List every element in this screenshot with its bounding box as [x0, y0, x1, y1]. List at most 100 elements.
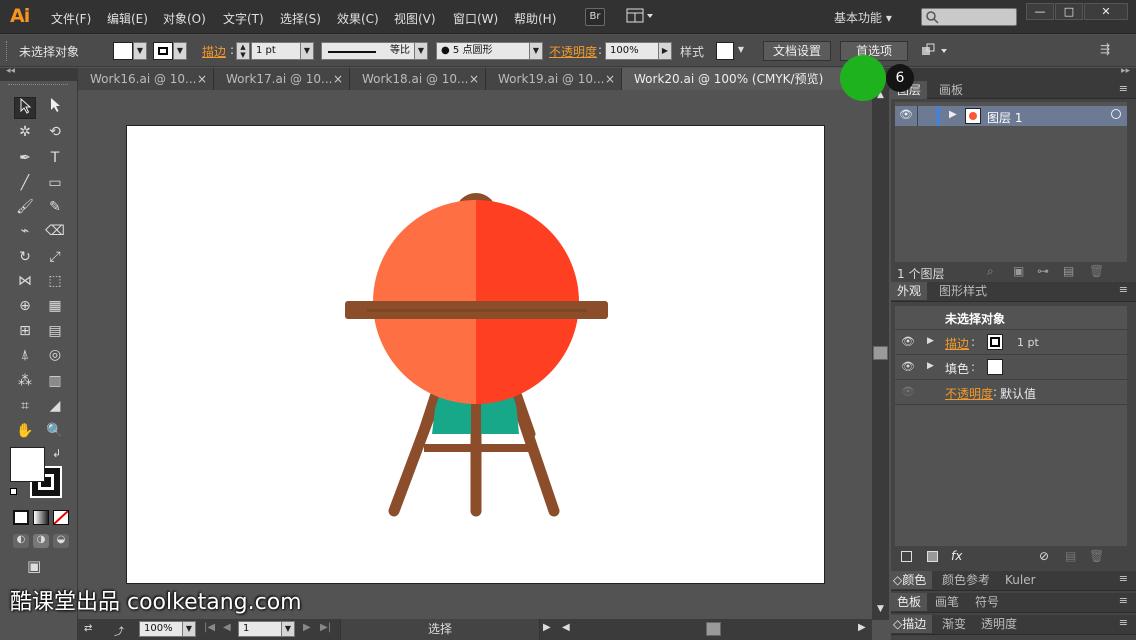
brush-dropdown[interactable]: ▼ [529, 42, 543, 60]
bridge-button[interactable]: Br [585, 8, 605, 26]
direct-selection-tool-icon[interactable] [44, 97, 66, 119]
new-sublayer-icon[interactable]: ⊶ [1037, 264, 1049, 278]
type-tool-icon[interactable]: T [44, 147, 66, 169]
zoom-dropdown[interactable]: ▼ [182, 621, 196, 637]
profile-dropdown[interactable]: ▼ [414, 42, 428, 60]
add-stroke-icon[interactable] [901, 551, 912, 562]
lasso-tool-icon[interactable]: ⟲ [44, 121, 66, 143]
scale-tool-icon[interactable]: ⤢ [44, 246, 66, 268]
workspace-switcher[interactable]: 基本功能 ▾ [834, 9, 892, 26]
panel-menu-icon[interactable]: ≡ [1119, 594, 1128, 607]
zoom-field[interactable]: 100% [139, 621, 183, 637]
magic-wand-tool-icon[interactable]: ✲ [14, 121, 36, 143]
perspective-grid-tool-icon[interactable]: ▦ [44, 295, 66, 317]
arrange-documents-icon[interactable] [625, 8, 655, 26]
fx-icon[interactable]: fx [951, 549, 962, 563]
vertical-scrollbar[interactable]: ▲ ▼ [872, 90, 889, 620]
tab-work18[interactable]: Work18.ai @ 10... × [350, 68, 486, 90]
eraser-tool-icon[interactable]: ⌫ [44, 220, 66, 242]
expand-triangle-icon[interactable]: ▶ [927, 336, 934, 346]
locate-object-icon[interactable]: ⌕ [987, 264, 994, 279]
grip-icon[interactable] [6, 41, 10, 61]
panel-menu-icon[interactable]: ≡ [1119, 283, 1128, 296]
default-colors-icon[interactable] [10, 488, 21, 499]
clear-appearance-icon[interactable]: ⊘ [1039, 549, 1049, 563]
fill-swatch[interactable] [113, 42, 133, 60]
clipping-mask-icon[interactable]: ▣ [1013, 264, 1024, 278]
layer-row[interactable]: 👁 ▶ 图层 1 [895, 106, 1127, 126]
opacity-field[interactable]: 100% [605, 42, 659, 60]
close-button[interactable]: ✕ [1084, 3, 1128, 20]
eye-icon[interactable]: 👁 [899, 108, 913, 121]
variable-width-profile[interactable]: 等比 [321, 42, 415, 60]
eyedropper-tool-icon[interactable]: ⍋ [14, 344, 36, 366]
tab-close-icon[interactable]: × [605, 68, 615, 90]
menu-effect[interactable]: 效果(C) [337, 10, 379, 27]
mesh-tool-icon[interactable]: ⊞ [14, 320, 36, 342]
scroll-left-icon[interactable]: ◀ [562, 622, 570, 633]
appearance-opacity-row[interactable]: 👁 不透明度 : 默认值 [895, 381, 1127, 405]
zoom-tool-icon[interactable]: 🔍 [44, 420, 66, 442]
menu-file[interactable]: 文件(F) [51, 10, 91, 27]
paintbrush-tool-icon[interactable]: 🖌 [14, 196, 36, 218]
stroke-label[interactable]: 描边 [202, 43, 226, 60]
column-graph-tool-icon[interactable]: ▥ [44, 370, 66, 392]
shape-builder-tool-icon[interactable]: ⊕ [14, 295, 36, 317]
tab-color[interactable]: ◇颜色 [891, 571, 933, 589]
arrange-icon[interactable] [919, 42, 953, 60]
menu-type[interactable]: 文字(T) [223, 10, 264, 27]
tab-color-guide[interactable]: 颜色参考 [936, 571, 996, 589]
tab-transparency[interactable]: 透明度 [975, 615, 1023, 633]
menu-help[interactable]: 帮助(H) [514, 10, 556, 27]
status-menu-arrow-icon[interactable]: ▶ [543, 622, 551, 633]
tab-work19[interactable]: Work19.ai @ 10... × [486, 68, 622, 90]
tab-close-icon[interactable]: × [469, 68, 479, 90]
menu-object[interactable]: 对象(O) [163, 10, 206, 27]
last-page-icon[interactable]: ▶| [320, 622, 331, 633]
tab-stroke[interactable]: ◇描边 [891, 615, 933, 633]
symbol-sprayer-tool-icon[interactable]: ⁂ [14, 370, 36, 392]
toolbox-header[interactable]: ◂◂ [0, 66, 78, 81]
artboard[interactable] [126, 125, 825, 584]
appearance-opacity-label[interactable]: 不透明度 [945, 385, 993, 402]
opacity-label[interactable]: 不透明度 [549, 43, 597, 60]
export-icon[interactable]: ⤴ [114, 623, 124, 638]
add-fill-icon[interactable] [927, 551, 938, 562]
document-setup-button[interactable]: 文档设置 [763, 41, 831, 61]
appearance-stroke-label[interactable]: 描边 [945, 335, 969, 352]
target-circle-icon[interactable] [1111, 109, 1121, 119]
fill-dropdown[interactable]: ▼ [133, 42, 147, 60]
menu-view[interactable]: 视图(V) [394, 10, 436, 27]
hand-tool-icon[interactable]: ✋ [14, 420, 36, 442]
blend-tool-icon[interactable]: ◎ [44, 344, 66, 366]
new-layer-icon[interactable]: ▤ [1063, 264, 1074, 278]
gradient-mode-icon[interactable] [33, 510, 49, 525]
menu-select[interactable]: 选择(S) [280, 10, 321, 27]
swap-colors-icon[interactable]: ↲ [52, 447, 61, 460]
appearance-fill-row[interactable]: 👁 ▶ 填色 : [895, 356, 1127, 380]
appearance-stroke-row[interactable]: 👁 ▶ 描边 : 1 pt [895, 331, 1127, 355]
draw-normal-icon[interactable]: ◐ [13, 534, 29, 548]
brush-definition[interactable]: ● 5 点圆形 [436, 42, 530, 60]
eye-icon[interactable]: 👁 [901, 335, 915, 348]
first-page-icon[interactable]: |◀ [204, 622, 215, 633]
horizontal-scroll-thumb[interactable] [706, 622, 721, 636]
tab-symbols[interactable]: 符号 [969, 593, 1005, 611]
draw-inside-icon[interactable]: ◒ [53, 534, 69, 548]
rotate-tool-icon[interactable]: ↻ [14, 246, 36, 268]
next-page-icon[interactable]: ▶ [303, 622, 311, 633]
screen-mode-icon[interactable]: ▣ [27, 557, 51, 575]
tab-close-icon[interactable]: × [333, 68, 343, 90]
scroll-down-icon[interactable]: ▼ [872, 604, 889, 620]
tab-appearance[interactable]: 外观 [891, 282, 928, 300]
artboard-tool-icon[interactable]: ⌗ [14, 395, 36, 417]
artboard-number-field[interactable]: 1 [238, 621, 282, 637]
tab-brushes[interactable]: 画笔 [929, 593, 965, 611]
none-mode-icon[interactable] [53, 510, 69, 525]
artboard-dropdown[interactable]: ▼ [281, 621, 295, 637]
tab-work16[interactable]: Work16.ai @ 10... × [78, 68, 214, 90]
stroke-weight-stepper[interactable]: ▲ ▼ [236, 42, 250, 60]
draw-behind-icon[interactable]: ◑ [33, 534, 49, 548]
stroke-swatch[interactable] [153, 42, 173, 60]
delete-icon[interactable]: 🗑 [1089, 264, 1104, 278]
